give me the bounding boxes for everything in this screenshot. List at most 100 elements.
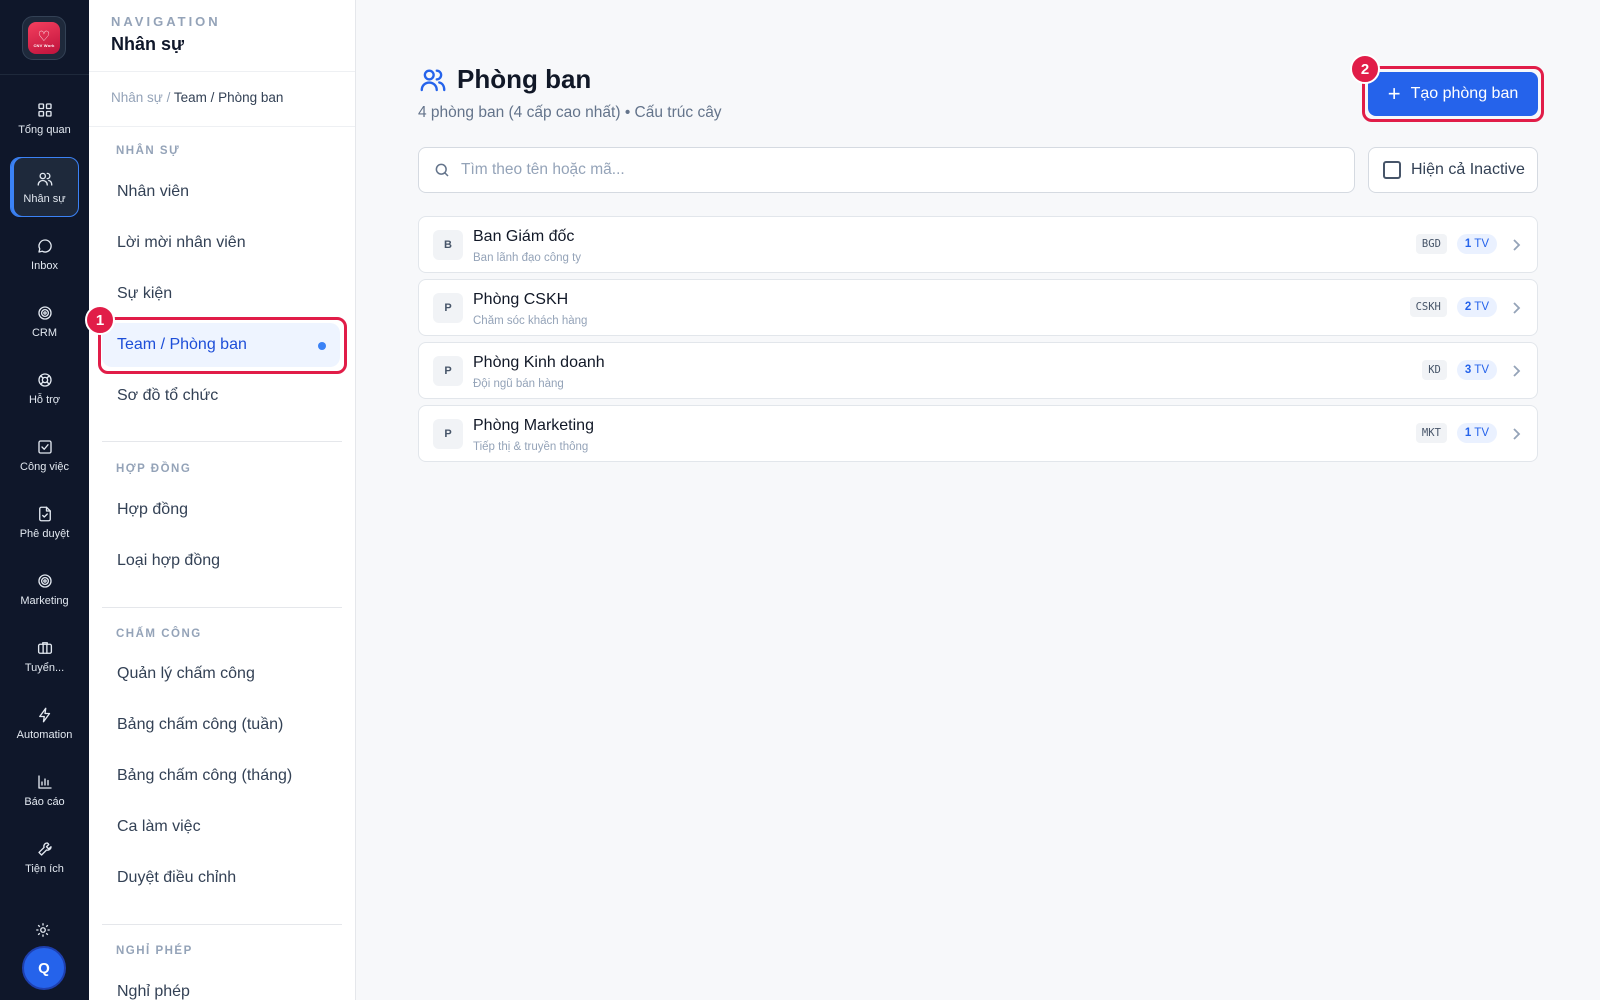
nav-item-bang-cham-cong-thang[interactable]: Bảng chấm công (tháng) xyxy=(102,754,340,798)
annotation-badge-1: 1 xyxy=(85,305,115,335)
user-avatar[interactable]: Q xyxy=(22,946,66,990)
section-label-nhan-su: NHÂN SỰ xyxy=(116,145,181,157)
breadcrumb-parent[interactable]: Nhân sự xyxy=(111,90,163,105)
search-input[interactable] xyxy=(461,161,1321,179)
target-icon xyxy=(37,305,52,320)
nav-item-bang-cham-cong-tuan[interactable]: Bảng chấm công (tuần) xyxy=(102,703,340,747)
section-divider xyxy=(102,924,342,925)
create-department-button[interactable]: + Tạo phòng ban xyxy=(1368,72,1538,116)
rail-item-nhan-su[interactable]: Nhân sự xyxy=(10,157,79,217)
rail-item-cong-viec[interactable]: Công việc xyxy=(10,425,79,485)
department-code: KD xyxy=(1422,360,1447,380)
rail-label: Automation xyxy=(16,728,73,741)
department-meta: BGD 1 TV xyxy=(1415,234,1521,254)
section-divider xyxy=(102,441,342,442)
rail-item-inbox[interactable]: Inbox xyxy=(10,224,79,284)
file-check-icon xyxy=(38,506,51,521)
rail-label: Marketing xyxy=(20,594,69,607)
department-meta: KD 3 TV xyxy=(1422,360,1521,380)
page-subtitle: 4 phòng ban (4 cấp cao nhất) • Cấu trúc … xyxy=(418,104,722,121)
member-count: 2 xyxy=(1464,301,1472,313)
gear-icon xyxy=(36,923,50,937)
department-name: Phòng Kinh doanh xyxy=(473,354,605,371)
chevron-right-icon xyxy=(1511,301,1521,314)
department-row[interactable]: P Phòng Marketing Tiếp thị & truyền thôn… xyxy=(418,405,1538,462)
rail-item-bao-cao[interactable]: Báo cáo xyxy=(10,760,79,820)
rail-label: Tổng quan xyxy=(18,123,71,136)
logo-mark: ♡ CNV Work xyxy=(28,22,60,54)
secondary-nav: NAVIGATION Nhân sự Nhân sự / Team / Phòn… xyxy=(89,0,356,1000)
active-dot-icon xyxy=(318,342,326,350)
member-unit: TV xyxy=(1474,427,1489,439)
nav-item-team-phong-ban[interactable]: Team / Phòng ban xyxy=(102,323,340,367)
chevron-right-icon xyxy=(1511,427,1521,440)
plus-icon: + xyxy=(1387,81,1401,106)
settings-button[interactable] xyxy=(34,921,54,941)
department-description: Chăm sóc khách hàng xyxy=(473,315,588,327)
search-icon xyxy=(435,163,449,177)
show-inactive-checkbox[interactable] xyxy=(1383,161,1401,179)
section-label-nghi-phep: NGHỈ PHÉP xyxy=(116,945,193,957)
department-row[interactable]: B Ban Giám đốc Ban lãnh đạo công ty BGD … xyxy=(418,216,1538,273)
rail-label: Tuyển... xyxy=(24,661,65,674)
nav-item-su-kien[interactable]: Sự kiện xyxy=(102,272,340,316)
chat-icon xyxy=(37,238,52,253)
target-icon xyxy=(37,573,52,588)
member-count-badge: 2 TV xyxy=(1456,297,1497,317)
grid-icon xyxy=(37,102,52,117)
rail-label: Công việc xyxy=(20,460,69,473)
rail-item-phe-duyet[interactable]: Phê duyệt xyxy=(10,492,79,552)
department-row[interactable]: P Phòng Kinh doanh Đội ngũ bán hàng KD 3… xyxy=(418,342,1538,399)
bolt-icon xyxy=(38,707,50,722)
rail-label: Báo cáo xyxy=(24,795,65,808)
department-initial: B xyxy=(433,230,463,260)
department-initial: P xyxy=(433,356,463,386)
rail-item-tuyen-dung[interactable]: Tuyển... xyxy=(10,626,79,686)
section-divider xyxy=(102,607,342,608)
subnav-header: NAVIGATION Nhân sự xyxy=(89,0,355,72)
member-count: 1 xyxy=(1464,238,1472,250)
page-title: Phòng ban xyxy=(457,64,592,94)
show-inactive-label: Hiện cả Inactive xyxy=(1411,161,1525,178)
briefcase-icon xyxy=(37,641,52,654)
wrench-icon xyxy=(37,841,52,856)
department-row[interactable]: P Phòng CSKH Chăm sóc khách hàng CSKH 2 … xyxy=(418,279,1538,336)
rail-item-crm[interactable]: CRM xyxy=(10,291,79,351)
rail-item-ho-tro[interactable]: Hỗ trợ xyxy=(10,358,79,418)
logo-text: CNV Work xyxy=(33,42,55,48)
nav-item-duyet-dieu-chinh[interactable]: Duyệt điều chỉnh xyxy=(102,856,340,900)
rail-item-tien-ich[interactable]: Tiện ích xyxy=(10,827,79,887)
icon-rail: ♡ CNV Work Tổng quan Nhân sự Inbox CRM H… xyxy=(0,0,89,1000)
checkbox-icon xyxy=(37,439,52,454)
rail-item-tong-quan[interactable]: Tổng quan xyxy=(10,88,79,148)
show-inactive-toggle[interactable]: Hiện cả Inactive xyxy=(1368,147,1538,193)
nav-item-nhan-vien[interactable]: Nhân viên xyxy=(102,170,340,214)
department-name: Ban Giám đốc xyxy=(473,228,575,245)
subnav-title: Nhân sự xyxy=(111,34,185,54)
nav-item-loai-hop-dong[interactable]: Loại hợp đồng xyxy=(102,539,340,583)
department-initial: P xyxy=(433,419,463,449)
users-icon xyxy=(420,68,446,91)
rail-label: Hỗ trợ xyxy=(28,393,61,406)
app-logo[interactable]: ♡ CNV Work xyxy=(22,16,66,60)
department-name: Phòng CSKH xyxy=(473,291,569,308)
nav-item-nghi-phep[interactable]: Nghỉ phép xyxy=(102,970,340,1000)
department-description: Tiếp thị & truyền thông xyxy=(473,441,589,453)
search-box xyxy=(418,147,1355,193)
department-name: Phòng Marketing xyxy=(473,417,594,434)
users-icon xyxy=(37,172,52,186)
nav-item-ca-lam-viec[interactable]: Ca làm việc xyxy=(102,805,340,849)
rail-label: Tiện ích xyxy=(25,862,64,875)
rail-divider xyxy=(0,74,89,75)
rail-item-marketing[interactable]: Marketing xyxy=(10,559,79,619)
nav-item-hop-dong[interactable]: Hợp đồng xyxy=(102,488,340,532)
nav-item-so-do-to-chuc[interactable]: Sơ đồ tổ chức xyxy=(102,374,340,418)
department-meta: CSKH 2 TV xyxy=(1409,297,1521,317)
nav-item-loi-moi[interactable]: Lời mời nhân viên xyxy=(102,221,340,265)
member-unit: TV xyxy=(1474,238,1489,250)
member-count-badge: 3 TV xyxy=(1456,360,1497,380)
rail-item-automation[interactable]: Automation xyxy=(10,693,79,753)
create-button-label: Tạo phòng ban xyxy=(1410,85,1519,102)
member-count: 1 xyxy=(1464,427,1472,439)
nav-item-quan-ly-cham-cong[interactable]: Quản lý chấm công xyxy=(102,652,340,696)
